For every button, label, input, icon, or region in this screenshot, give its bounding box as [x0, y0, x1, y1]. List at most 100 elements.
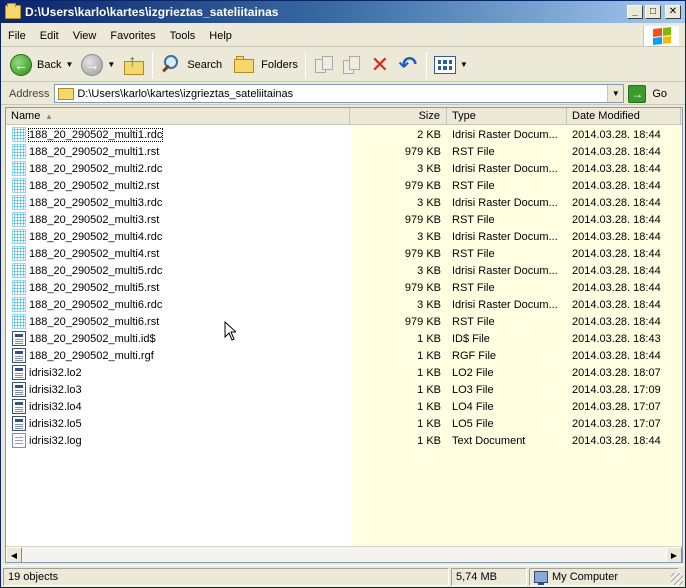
address-input[interactable]: D:\Users\karlo\kartes\izgrieztas_satelii…	[54, 84, 625, 103]
file-row[interactable]: idrisi32.lo5 1 KB LO5 File 2014.03.28. 17:0…	[6, 415, 682, 432]
file-name-cell[interactable]: 188_20_290502_multi2.rst	[6, 178, 350, 193]
file-row[interactable]: 188_20_290502_multi6.rdc 3 KB Idrisi Raste…	[6, 296, 682, 313]
file-row[interactable]: 188_20_290502_multi3.rst 979 KB RST File 20…	[6, 211, 682, 228]
menu-file[interactable]: File	[1, 26, 33, 46]
file-name[interactable]: 188_20_290502_multi6.rdc	[29, 299, 162, 311]
file-type: Idrisi Raster Docum...	[452, 264, 558, 277]
menu-help[interactable]: Help	[202, 26, 239, 46]
file-row[interactable]: 188_20_290502_multi.rgf 1 KB RGF File 2014.…	[6, 347, 682, 364]
file-row[interactable]: 188_20_290502_multi4.rdc 3 KB Idrisi Raste…	[6, 228, 682, 245]
title-bar[interactable]: D:\Users\karlo\kartes\izgrieztas_satelii…	[1, 1, 685, 23]
delete-button[interactable]: ✕	[366, 51, 394, 79]
file-list-view[interactable]: Name ▲ Size Type Date Modified 188_20_29…	[5, 107, 683, 563]
close-button[interactable]: ✕	[665, 5, 681, 19]
back-dropdown-icon[interactable]: ▼	[65, 60, 73, 69]
column-header-name[interactable]: Name ▲	[6, 108, 350, 124]
file-name-cell[interactable]: 188_20_290502_multi4.rdc	[6, 229, 350, 244]
up-folder-button[interactable]: ↑	[120, 51, 148, 79]
search-button[interactable]: Search	[157, 51, 225, 79]
file-type: ID$ File	[452, 332, 490, 345]
file-name[interactable]: 188_20_290502_multi.id$	[29, 333, 156, 345]
folders-button[interactable]: Folders	[231, 51, 301, 79]
file-name[interactable]: 188_20_290502_multi2.rdc	[29, 163, 162, 175]
file-name[interactable]: idrisi32.lo3	[29, 384, 82, 396]
file-row[interactable]: 188_20_290502_multi6.rst 979 KB RST File 20…	[6, 313, 682, 330]
column-header-type[interactable]: Type	[447, 108, 567, 124]
horizontal-scrollbar[interactable]: ◀ ▶	[6, 546, 682, 562]
file-name-cell[interactable]: 188_20_290502_multi3.rst	[6, 212, 350, 227]
file-name[interactable]: 188_20_290502_multi6.rst	[29, 316, 159, 328]
file-name-cell[interactable]: 188_20_290502_multi5.rdc	[6, 263, 350, 278]
file-name[interactable]: 188_20_290502_multi4.rdc	[29, 231, 162, 243]
scroll-left-icon[interactable]: ◀	[6, 547, 22, 562]
file-name[interactable]: idrisi32.lo5	[29, 418, 82, 430]
file-name[interactable]: 188_20_290502_multi3.rdc	[29, 197, 162, 209]
forward-button[interactable]: → ▼	[78, 51, 120, 79]
file-name-cell[interactable]: idrisi32.log	[6, 433, 350, 448]
file-name[interactable]: 188_20_290502_multi5.rst	[29, 282, 159, 294]
file-row[interactable]: 188_20_290502_multi1.rdc 2 KB Idrisi Raste…	[6, 126, 682, 143]
menu-tools[interactable]: Tools	[163, 26, 203, 46]
file-name[interactable]: idrisi32.log	[29, 435, 82, 447]
file-row[interactable]: idrisi32.lo4 1 KB LO4 File 2014.03.28. 17:0…	[6, 398, 682, 415]
undo-button[interactable]: ↶	[394, 51, 422, 79]
file-name-cell[interactable]: 188_20_290502_multi4.rst	[6, 246, 350, 261]
file-row[interactable]: 188_20_290502_multi2.rdc 3 KB Idrisi Raste…	[6, 160, 682, 177]
file-row[interactable]: 188_20_290502_multi5.rst 979 KB RST File 20…	[6, 279, 682, 296]
column-header-size[interactable]: Size	[350, 108, 447, 124]
file-name-cell[interactable]: 188_20_290502_multi6.rdc	[6, 297, 350, 312]
file-name-cell[interactable]: 188_20_290502_multi5.rst	[6, 280, 350, 295]
menu-favorites[interactable]: Favorites	[103, 26, 162, 46]
forward-dropdown-icon[interactable]: ▼	[107, 60, 115, 69]
file-row[interactable]: 188_20_290502_multi5.rdc 3 KB Idrisi Raste…	[6, 262, 682, 279]
file-row[interactable]: idrisi32.lo3 1 KB LO3 File 2014.03.28. 17:0…	[6, 381, 682, 398]
file-type: RST File	[452, 247, 495, 260]
views-button[interactable]: ▼	[431, 51, 473, 79]
address-dropdown-icon[interactable]: ▼	[607, 85, 624, 102]
file-row[interactable]: idrisi32.log 1 KB Text Document 2014.03.28.…	[6, 432, 682, 449]
file-name-cell[interactable]: 188_20_290502_multi2.rdc	[6, 161, 350, 176]
file-row[interactable]: 188_20_290502_multi2.rst 979 KB RST File 20…	[6, 177, 682, 194]
file-name[interactable]: 188_20_290502_multi4.rst	[29, 248, 159, 260]
file-name-cell[interactable]: idrisi32.lo2	[6, 365, 350, 380]
file-name-cell[interactable]: idrisi32.lo3	[6, 382, 350, 397]
file-name[interactable]: 188_20_290502_multi3.rst	[29, 214, 159, 226]
file-name[interactable]: 188_20_290502_multi1.rdc	[27, 127, 164, 142]
file-name-cell[interactable]: 188_20_290502_multi3.rdc	[6, 195, 350, 210]
move-to-button[interactable]	[310, 51, 338, 79]
raster-file-icon	[12, 195, 26, 210]
sort-ascending-icon: ▲	[45, 112, 53, 121]
file-name[interactable]: 188_20_290502_multi1.rst	[29, 146, 159, 158]
scroll-right-icon[interactable]: ▶	[666, 547, 682, 562]
file-name[interactable]: idrisi32.lo4	[29, 401, 82, 413]
file-type: LO5 File	[452, 417, 494, 430]
file-name-cell[interactable]: 188_20_290502_multi1.rdc	[6, 127, 350, 142]
file-row[interactable]: 188_20_290502_multi4.rst 979 KB RST File 20…	[6, 245, 682, 262]
resize-grip-icon[interactable]	[671, 573, 683, 585]
menu-view[interactable]: View	[66, 26, 104, 46]
file-row[interactable]: 188_20_290502_multi3.rdc 3 KB Idrisi Raste…	[6, 194, 682, 211]
file-date-modified: 2014.03.28. 18:44	[572, 196, 661, 209]
copy-to-button[interactable]	[338, 51, 366, 79]
go-button[interactable]: → Go	[628, 84, 667, 103]
file-name[interactable]: idrisi32.lo2	[29, 367, 82, 379]
file-row[interactable]: 188_20_290502_multi1.rst 979 KB RST File 20…	[6, 143, 682, 160]
file-name-cell[interactable]: idrisi32.lo4	[6, 399, 350, 414]
back-button[interactable]: ← Back ▼	[7, 51, 78, 79]
file-name[interactable]: 188_20_290502_multi2.rst	[29, 180, 159, 192]
column-header-date-modified[interactable]: Date Modified	[567, 108, 681, 124]
minimize-button[interactable]: _	[627, 5, 643, 19]
file-name-cell[interactable]: 188_20_290502_multi6.rst	[6, 314, 350, 329]
file-name-cell[interactable]: 188_20_290502_multi.id$	[6, 331, 350, 346]
file-row[interactable]: idrisi32.lo2 1 KB LO2 File 2014.03.28. 18:0…	[6, 364, 682, 381]
file-name[interactable]: 188_20_290502_multi.rgf	[29, 350, 154, 362]
menu-edit[interactable]: Edit	[33, 26, 66, 46]
file-row[interactable]: 188_20_290502_multi.id$ 1 KB ID$ File 2014.…	[6, 330, 682, 347]
text-file-icon	[12, 433, 26, 448]
file-name-cell[interactable]: 188_20_290502_multi1.rst	[6, 144, 350, 159]
scrollbar-track[interactable]	[22, 547, 666, 562]
file-name-cell[interactable]: idrisi32.lo5	[6, 416, 350, 431]
maximize-button[interactable]: □	[645, 5, 661, 19]
file-name-cell[interactable]: 188_20_290502_multi.rgf	[6, 348, 350, 363]
file-name[interactable]: 188_20_290502_multi5.rdc	[29, 265, 162, 277]
